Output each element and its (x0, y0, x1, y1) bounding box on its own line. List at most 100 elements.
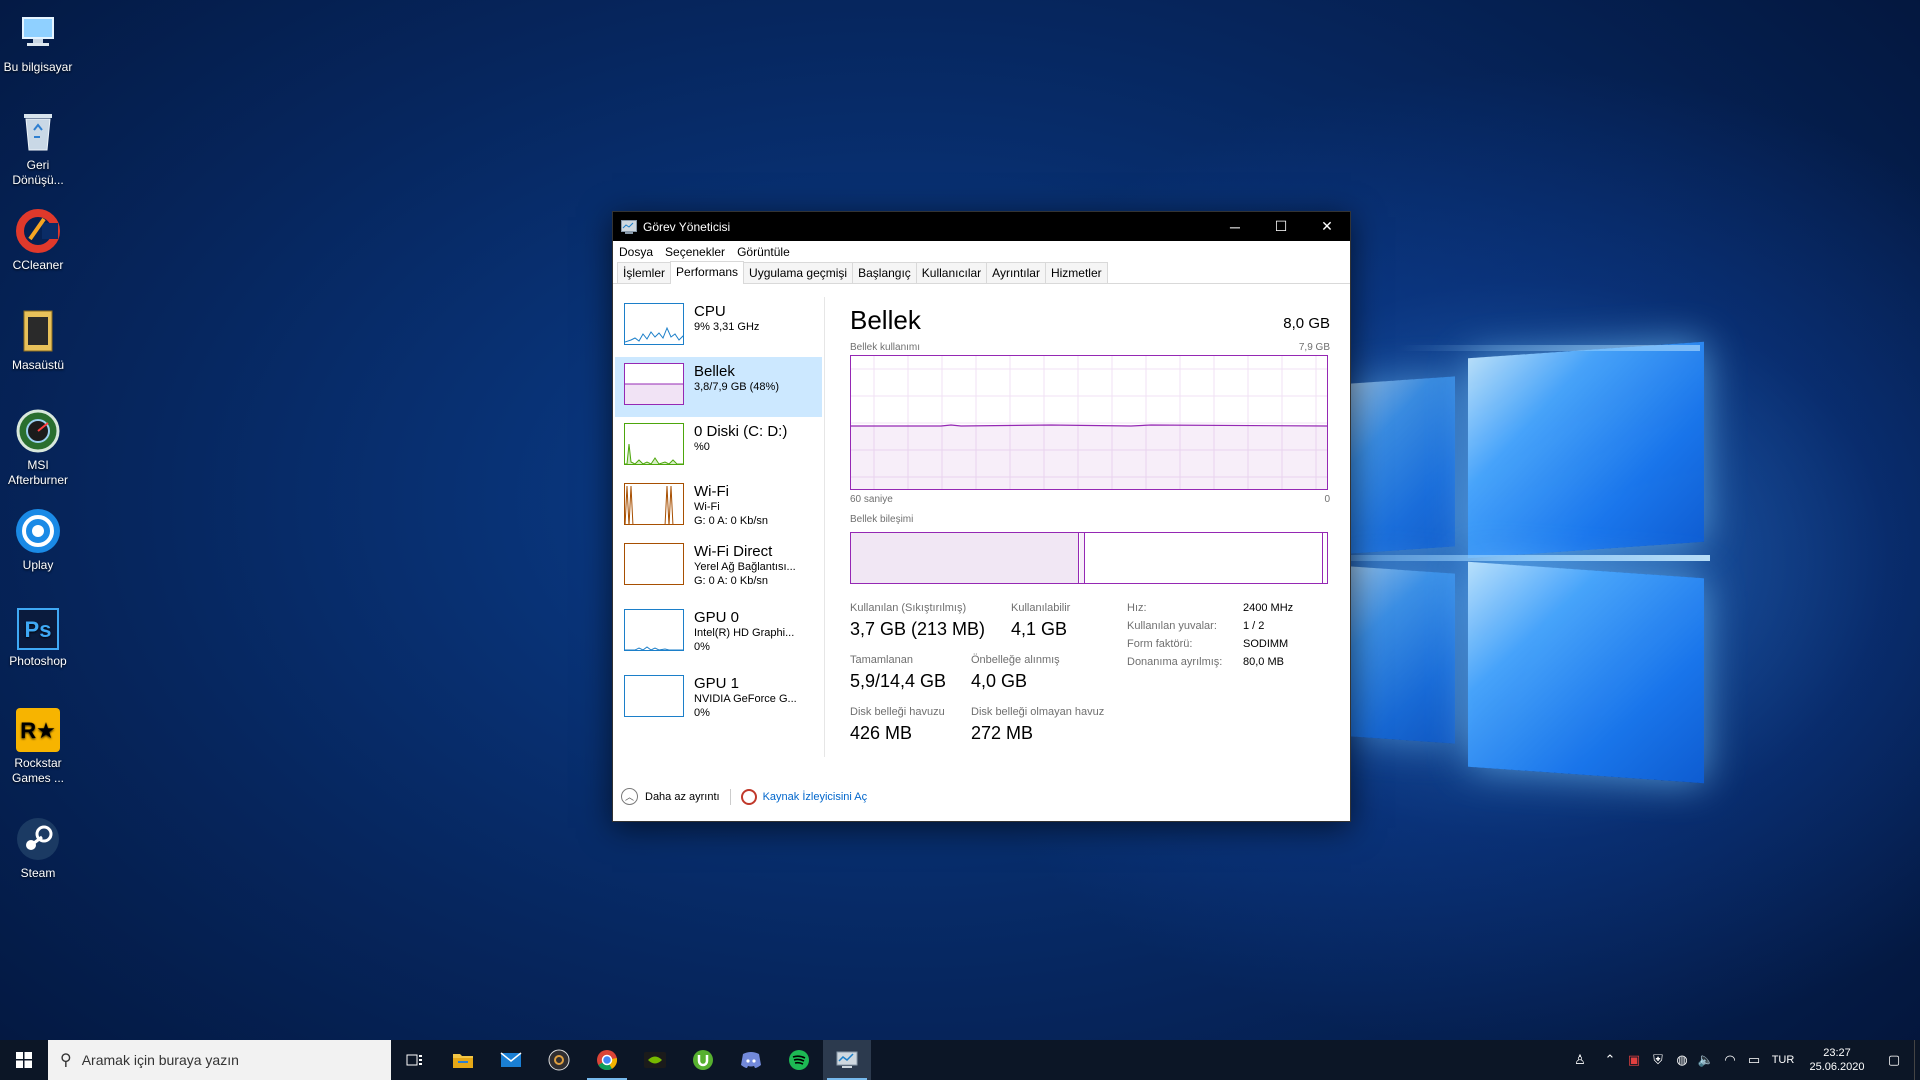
task-manager-taskbar-icon[interactable] (823, 1040, 871, 1080)
menu-dosya[interactable]: Dosya (619, 245, 653, 259)
perf-title: Wi-Fi (694, 483, 729, 500)
memory-title: Bellek (850, 305, 921, 335)
desktop-icon-geri-donusum[interactable]: Geri Dönüşü... (0, 108, 76, 188)
perf-item-cpu[interactable]: CPU 9% 3,31 GHz (615, 297, 822, 357)
nonpaged-pool-label: Disk belleği olmayan havuz (971, 706, 1105, 718)
nvidia-icon[interactable] (631, 1040, 679, 1080)
in-use-value: 3,7 GB (213 MB) (850, 619, 986, 639)
desktop-icon-bu-bilgisayar[interactable]: Bu bilgisayar (0, 10, 76, 75)
memory-usage-label: Bellek kullanımı (850, 342, 921, 353)
slots-label: Kullanılan yuvalar: (1127, 620, 1217, 632)
graph-time-left: 60 saniye (850, 494, 893, 505)
folder-icon (15, 308, 61, 354)
file-explorer-icon[interactable] (439, 1040, 487, 1080)
perf-item-disk[interactable]: 0 Diski (C: D:) %0 (615, 417, 822, 477)
wifi-icon[interactable]: ◠ (1718, 1040, 1742, 1080)
show-desktop-button[interactable] (1914, 1040, 1920, 1080)
perf-title: Bellek (694, 363, 735, 380)
perf-item-bellek[interactable]: Bellek 3,8/7,9 GB (48%) (615, 357, 822, 417)
close-button[interactable]: ✕ (1304, 212, 1350, 241)
obs-icon[interactable] (535, 1040, 583, 1080)
discord-icon[interactable] (727, 1040, 775, 1080)
perf-item-gpu0[interactable]: GPU 0 Intel(R) HD Graphi... 0% (615, 603, 822, 669)
task-manager-window: Görev Yöneticisi ─ ☐ ✕ Dosya Seçenekler … (612, 211, 1351, 822)
desktop-icon-steam[interactable]: Steam (0, 816, 76, 881)
desktop-icon-ccleaner[interactable]: CCleaner (0, 208, 76, 273)
in-use-label: Kullanılan (Sıkıştırılmış) (850, 602, 967, 614)
open-resource-monitor-link[interactable]: Kaynak İzleyicisini Aç (763, 791, 868, 803)
paged-pool-label: Disk belleği havuzu (850, 706, 945, 718)
menu-bar: Dosya Seçenekler Görüntüle (613, 241, 1350, 262)
rockstar-icon: R★ (16, 708, 60, 752)
cached-label: Önbelleğe alınmış (971, 654, 1060, 666)
people-icon[interactable]: ♙ (1562, 1040, 1598, 1080)
recycle-bin-icon (15, 108, 61, 154)
maximize-button[interactable]: ☐ (1258, 212, 1304, 241)
perf-title: GPU 0 (694, 609, 740, 626)
clock-time: 23:27 (1823, 1047, 1851, 1059)
desktop-icon-rockstar[interactable]: R★ Rockstar Games ... (0, 708, 76, 786)
memory-total: 8,0 GB (1283, 315, 1330, 332)
perf-item-gpu1[interactable]: GPU 1 NVIDIA GeForce G... 0% (615, 669, 822, 735)
chrome-icon[interactable] (583, 1040, 631, 1080)
tab-baslangic[interactable]: Başlangıç (852, 262, 917, 283)
menu-goruntule[interactable]: Görüntüle (737, 245, 790, 259)
flag-icon[interactable]: ▣ (1622, 1040, 1646, 1080)
tab-ayrintilar[interactable]: Ayrıntılar (986, 262, 1046, 283)
spotify-icon[interactable] (775, 1040, 823, 1080)
perf-usage: 0% (694, 641, 710, 653)
memory-usage-graph (850, 355, 1328, 490)
available-label: Kullanılabilir (1011, 602, 1071, 614)
nonpaged-pool-value: 272 MB (971, 723, 1034, 743)
desktop-icon-masaustu[interactable]: Masaüstü (0, 308, 76, 373)
tab-strip: İşlemler Performans Uygulama geçmişi Baş… (613, 261, 1350, 284)
desktop-icon-uplay[interactable]: Uplay (0, 508, 76, 573)
uplay-icon (15, 508, 61, 554)
pane-divider[interactable] (824, 297, 825, 757)
mail-icon[interactable] (487, 1040, 535, 1080)
composition-modified-segment (1080, 533, 1085, 583)
composition-in-use-segment (851, 533, 1079, 583)
gpu-activity-icon[interactable]: ◍ (1670, 1040, 1694, 1080)
notifications-icon[interactable]: ▢ (1874, 1040, 1914, 1080)
title-bar[interactable]: Görev Yöneticisi ─ ☐ ✕ (613, 212, 1350, 241)
shield-icon[interactable]: ⛨ (1646, 1040, 1670, 1080)
perf-list: CPU 9% 3,31 GHz Bellek 3,8/7,9 GB (48%) … (615, 297, 822, 735)
perf-throughput: G: 0 A: 0 Kb/sn (694, 515, 768, 527)
photoshop-icon: Ps (17, 608, 59, 650)
window-footer: ︿ Daha az ayrıntı Kaynak İzleyicisini Aç (621, 788, 867, 805)
start-button[interactable] (0, 1040, 48, 1080)
desktop-icon-msi-afterburner[interactable]: MSI Afterburner (0, 408, 76, 488)
tab-performans[interactable]: Performans (670, 261, 745, 284)
steam-icon (15, 816, 61, 862)
tab-uygulama-gecmisi[interactable]: Uygulama geçmişi (743, 262, 854, 283)
graph-time-right: 0 (1324, 494, 1330, 505)
desktop-icon-photoshop[interactable]: Ps Photoshop (0, 608, 76, 669)
chevron-up-icon[interactable]: ︿ (621, 788, 638, 805)
committed-value: 5,9/14,4 GB (850, 671, 947, 691)
perf-item-wifi[interactable]: Wi-Fi Wi-Fi G: 0 A: 0 Kb/sn (615, 477, 822, 537)
volume-icon[interactable]: 🔈 (1694, 1040, 1718, 1080)
tab-hizmetler[interactable]: Hizmetler (1044, 262, 1108, 283)
tab-kullanicilar[interactable]: Kullanıcılar (915, 262, 988, 283)
perf-detail: %0 (694, 441, 710, 453)
windows-logo-icon (16, 1052, 32, 1068)
taskbar-search-box[interactable]: ⚲ Aramak için buraya yazın (48, 1040, 391, 1080)
utorrent-icon[interactable] (679, 1040, 727, 1080)
minimize-button[interactable]: ─ (1212, 212, 1258, 241)
perf-item-wifi-direct[interactable]: Wi-Fi Direct Yerel Ağ Bağlantısı... G: 0… (615, 537, 822, 603)
clock[interactable]: 23:27 25.06.2020 (1800, 1046, 1874, 1074)
fewer-details-button[interactable]: Daha az ayrıntı (645, 791, 720, 803)
task-view-icon[interactable] (391, 1040, 439, 1080)
speed-label: Hız: (1127, 602, 1147, 614)
tab-islemler[interactable]: İşlemler (617, 262, 672, 283)
input-language[interactable]: TUR (1766, 1040, 1800, 1080)
menu-secenekler[interactable]: Seçenekler (665, 245, 725, 259)
search-placeholder: Aramak için buraya yazın (81, 1052, 239, 1068)
memory-composition-bar (850, 532, 1328, 584)
wifi-direct-thumbnail-graph (624, 543, 684, 585)
computer-icon (15, 10, 61, 56)
chevron-up-icon[interactable]: ⌃ (1598, 1040, 1622, 1080)
battery-icon[interactable]: ▭ (1742, 1040, 1766, 1080)
gpu0-thumbnail-graph (624, 609, 684, 651)
